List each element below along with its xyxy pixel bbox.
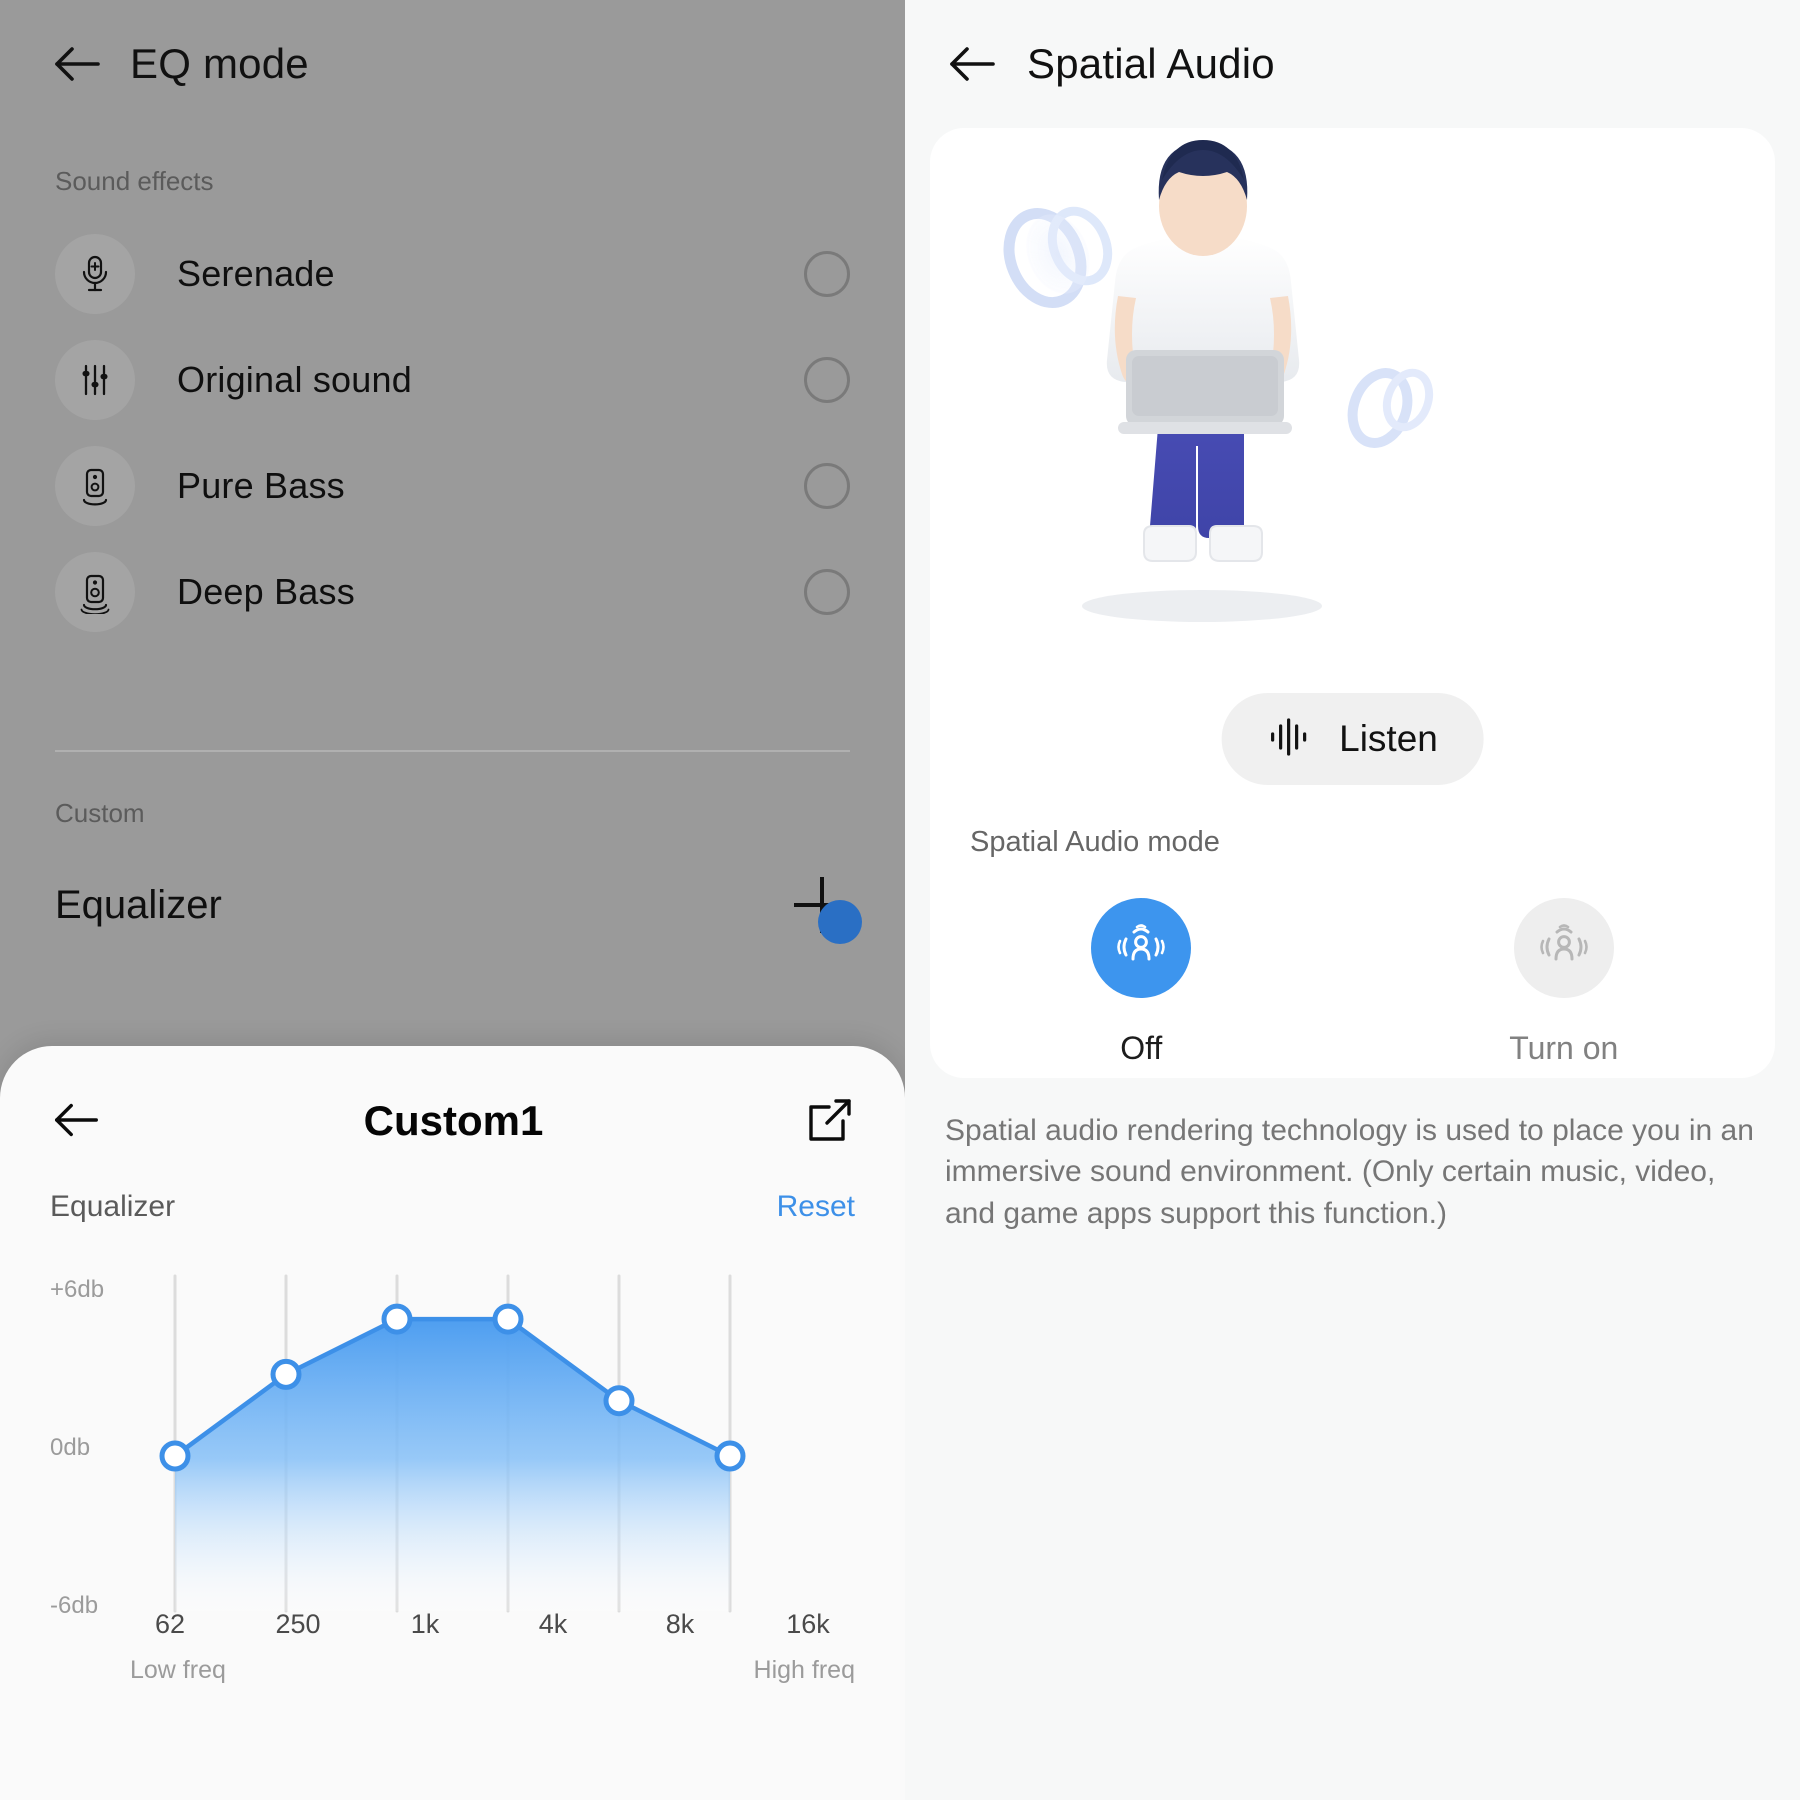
sheet-subheader: Equalizer Reset	[0, 1190, 905, 1224]
spatial-audio-icon[interactable]	[1091, 898, 1192, 998]
list-item[interactable]: Original sound	[0, 327, 905, 433]
sound-effects-label: Sound effects	[55, 166, 214, 196]
audio-waveform-icon	[1267, 715, 1313, 764]
radio-button-selected[interactable]	[818, 900, 862, 944]
sound-effects-list: Serenade Original sound Pure Bass Deep B…	[0, 221, 905, 645]
mode-option-label: Off	[1120, 1030, 1163, 1066]
y-tick-label: 0db	[50, 1434, 91, 1461]
low-freq-hint: Low freq	[130, 1656, 226, 1684]
x-tick-label: 1k	[410, 1609, 440, 1639]
microphone-plus-icon	[55, 234, 135, 314]
eq-mode-screen: EQ mode Sound effects Serenade Original …	[0, 0, 905, 1800]
spatial-audio-screen: Spatial Audio Listen Spatial Audio mode …	[905, 0, 1800, 1800]
back-arrow-icon[interactable]	[945, 37, 999, 91]
x-tick-label: 250	[275, 1609, 321, 1639]
edit-pencil-icon[interactable]	[803, 1095, 855, 1147]
eq-curve-plot[interactable]	[159, 1274, 746, 1613]
eq-band-handle[interactable]	[714, 1440, 746, 1472]
x-axis-labels: 62 250 1k 4k 8k 16k Low freq High freq	[0, 1601, 905, 1721]
page-title: Spatial Audio	[1027, 40, 1275, 87]
page-title: EQ mode	[130, 40, 309, 87]
spatial-audio-topbar: Spatial Audio	[905, 0, 1800, 128]
custom-section-label: Custom	[55, 798, 145, 828]
reset-button[interactable]: Reset	[777, 1190, 855, 1224]
person-with-laptop-spatial-audio-illustration	[930, 128, 1775, 728]
list-item[interactable]: Pure Bass	[0, 433, 905, 539]
spatial-audio-icon[interactable]	[1513, 898, 1614, 998]
sheet-back-arrow-icon[interactable]	[50, 1094, 104, 1148]
y-tick-label: +6db	[50, 1276, 105, 1303]
x-tick-label: 4k	[538, 1609, 568, 1639]
radio-button[interactable]	[804, 463, 850, 509]
eq-mode-topbar: EQ mode	[0, 0, 905, 128]
spatial-audio-description: Spatial audio rendering technology is us…	[945, 1114, 1754, 1230]
list-item-label: Deep Bass	[177, 571, 355, 612]
list-item[interactable]: Deep Bass	[0, 539, 905, 645]
eq-band-handle[interactable]	[159, 1440, 191, 1472]
mode-option-turn-on[interactable]: Turn on	[1353, 898, 1776, 1067]
eq-band-handle[interactable]	[270, 1358, 302, 1390]
eq-band-handle[interactable]	[492, 1303, 524, 1335]
list-item-label: Original sound	[177, 359, 412, 400]
high-freq-hint: High freq	[753, 1656, 855, 1684]
equalizer-graph[interactable]: +6db 0db -6db 62 250 1k 4k 8k 16k Low fr…	[0, 1274, 905, 1746]
x-tick-label: 8k	[665, 1609, 695, 1639]
list-item[interactable]: Serenade	[0, 221, 905, 327]
sheet-title: Custom1	[363, 1097, 544, 1144]
equalizer-title: Equalizer	[55, 882, 222, 927]
speaker-icon	[55, 446, 135, 526]
sliders-icon	[55, 340, 135, 420]
list-item-label: Pure Bass	[177, 465, 345, 506]
equalizer-sublabel: Equalizer	[50, 1190, 176, 1223]
sheet-header: Custom1	[0, 1046, 905, 1196]
eq-band-handle[interactable]	[381, 1303, 413, 1335]
spatial-audio-mode-options: Off Turn on	[930, 898, 1775, 1067]
x-tick-label: 16k	[786, 1609, 830, 1639]
listen-button-label: Listen	[1339, 718, 1438, 759]
app-root: EQ mode Sound effects Serenade Original …	[0, 0, 1800, 1800]
speaker-deep-icon	[55, 552, 135, 632]
equalizer-row[interactable]: Equalizer	[0, 829, 905, 933]
radio-button[interactable]	[804, 569, 850, 615]
eq-band-handle[interactable]	[603, 1385, 635, 1417]
back-arrow-icon[interactable]	[50, 37, 104, 91]
spatial-audio-mode-label: Spatial Audio mode	[970, 826, 1220, 858]
custom-eq-bottom-sheet: Custom1 Equalizer Reset +6db 0db -6db 62…	[0, 1046, 905, 1800]
x-tick-label: 62	[154, 1609, 186, 1639]
list-item-label: Serenade	[177, 253, 335, 294]
radio-button[interactable]	[804, 357, 850, 403]
radio-button[interactable]	[804, 251, 850, 297]
mode-option-label: Turn on	[1509, 1030, 1619, 1066]
listen-button[interactable]: Listen	[1221, 693, 1484, 785]
mode-option-off[interactable]: Off	[930, 898, 1353, 1067]
spatial-audio-card: Listen Spatial Audio mode Off Turn on	[930, 128, 1775, 1078]
